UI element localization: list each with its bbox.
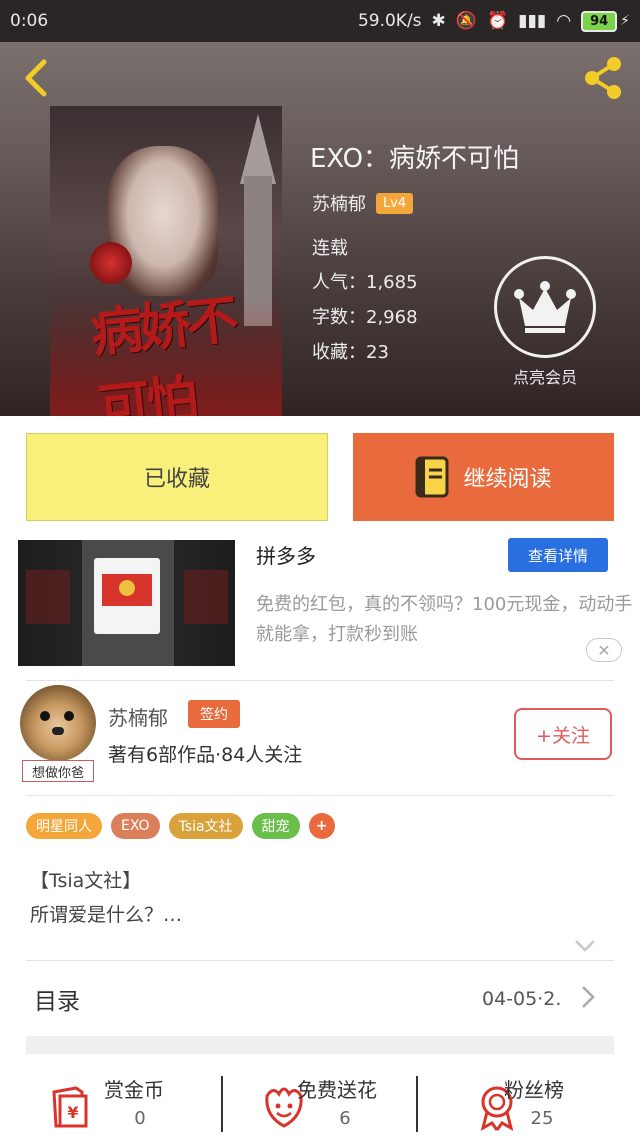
reward-coin-button[interactable]: ¥ 赏金币 0 (0, 1064, 213, 1138)
book-header: 病娇不可怕 EXO：病娇不可怕 苏楠郁 Lv4 连载 人气：1,685 字数：2… (0, 42, 640, 416)
intro-line-2: 所谓爱是什么？… (30, 904, 183, 926)
continue-reading-button[interactable]: 继续阅读 (353, 433, 614, 521)
reward-coin-label: 赏金币 (104, 1078, 164, 1102)
book-word-count: 字数：2,968 (312, 307, 418, 328)
vip-crown-button[interactable] (494, 256, 596, 358)
reward-coin-count: 0 (134, 1108, 146, 1129)
author-stats: 著有6部作品·84人关注 (108, 744, 303, 766)
bottom-action-bar: ¥ 赏金币 0 免费送花 6 粉丝榜 25 (0, 1064, 640, 1138)
tag-list: 明星同人 EXO Tsia文社 甜宠 + (26, 813, 335, 839)
ad-view-details-button[interactable]: 查看详情 (508, 538, 608, 572)
battery-icon: 94 ⚡ (581, 10, 630, 32)
tag-chip[interactable]: Tsia文社 (168, 813, 243, 839)
cover-title-art: 病娇不可怕 (87, 289, 238, 416)
fan-ranking-label: 粉丝榜 (504, 1078, 564, 1102)
signal-icon: ▮▮▮ (518, 11, 547, 31)
toc-chevron-right-icon[interactable] (580, 984, 596, 1016)
vip-label[interactable]: 点亮会员 (494, 364, 596, 388)
back-arrow-icon[interactable] (16, 56, 60, 100)
intro-line-1: 【Tsia文社】 (30, 870, 142, 892)
send-flower-count: 6 (339, 1108, 351, 1129)
charging-icon: ⚡ (620, 13, 630, 29)
ad-image[interactable] (18, 540, 235, 666)
section-separator (26, 1036, 614, 1054)
expand-chevron-down-icon[interactable] (574, 934, 596, 959)
divider (26, 960, 614, 961)
ad-bg-panel-left (26, 570, 70, 624)
share-icon[interactable] (580, 54, 628, 102)
network-speed: 59.0K/s (357, 11, 422, 31)
divider (26, 795, 614, 796)
tag-chip[interactable]: EXO (111, 813, 160, 839)
ad-close-button[interactable]: ✕ (586, 638, 622, 662)
header-author-name[interactable]: 苏楠郁 (312, 190, 366, 216)
header-author-row: 苏楠郁 Lv4 (312, 190, 414, 216)
send-flower-button[interactable]: 免费送花 6 (213, 1064, 426, 1138)
crown-icon (514, 281, 576, 333)
avatar-caption: 想做你爸 (22, 760, 94, 782)
continue-reading-label: 继续阅读 (463, 467, 552, 492)
ad-coin (119, 580, 135, 596)
alarm-icon: ⏰ (486, 11, 509, 31)
tag-chip[interactable]: 甜宠 (251, 813, 300, 839)
book-icon (415, 456, 449, 498)
cover-rose (90, 242, 132, 284)
svg-text:¥: ¥ (67, 1103, 78, 1122)
author-name[interactable]: 苏楠郁 (108, 702, 168, 731)
favorited-label: 已收藏 (143, 467, 210, 492)
wifi-icon: ◠ (556, 11, 572, 31)
avatar-eye-right (64, 711, 74, 721)
send-flower-label: 免费送花 (297, 1078, 377, 1102)
avatar-nose (52, 727, 64, 735)
book-popularity: 人气：1,685 (312, 272, 418, 293)
signed-badge: 签约 (188, 700, 240, 728)
battery-level: 94 (581, 10, 618, 32)
book-title: EXO：病娇不可怕 (310, 144, 520, 174)
divider (26, 680, 614, 681)
author-level-badge: Lv4 (376, 192, 414, 214)
mute-icon: 🔕 (455, 11, 477, 31)
cover-church-spire (240, 114, 276, 184)
reward-coin-icon: ¥ (52, 1086, 88, 1128)
fan-ranking-count: 25 (530, 1108, 554, 1129)
avatar[interactable] (20, 685, 96, 761)
tag-chip[interactable]: 明星同人 (26, 813, 102, 839)
status-icons: 59.0K/s ✱ 🔕 ⏰ ▮▮▮ ◠ 94 ⚡ (357, 10, 630, 32)
follow-button[interactable]: +关注 (514, 708, 612, 760)
ad-bg-panel-right (184, 570, 228, 624)
book-cover[interactable]: 病娇不可怕 (50, 106, 282, 416)
toc-label[interactable]: 目录 (34, 982, 80, 1016)
bluetooth-icon: ✱ (431, 11, 446, 31)
book-favorites: 收藏：23 (312, 342, 389, 363)
ad-description[interactable]: 免费的红包，真的不领吗？100元现金，动动手就能拿，打款秒到账 (256, 590, 636, 650)
toc-latest-date[interactable]: 04-05·2. (482, 988, 561, 1010)
status-time: 0:06 (10, 11, 49, 31)
favorited-button[interactable]: 已收藏 (26, 433, 328, 521)
status-bar: 0:06 59.0K/s ✱ 🔕 ⏰ ▮▮▮ ◠ 94 ⚡ (0, 0, 640, 42)
ad-title[interactable]: 拼多多 (256, 540, 316, 569)
add-tag-button[interactable]: + (308, 813, 335, 839)
book-status: 连载 (312, 238, 348, 259)
avatar-eye-left (40, 711, 50, 721)
fan-ranking-button[interactable]: 粉丝榜 25 (426, 1064, 639, 1138)
bottom-separator (416, 1076, 418, 1132)
